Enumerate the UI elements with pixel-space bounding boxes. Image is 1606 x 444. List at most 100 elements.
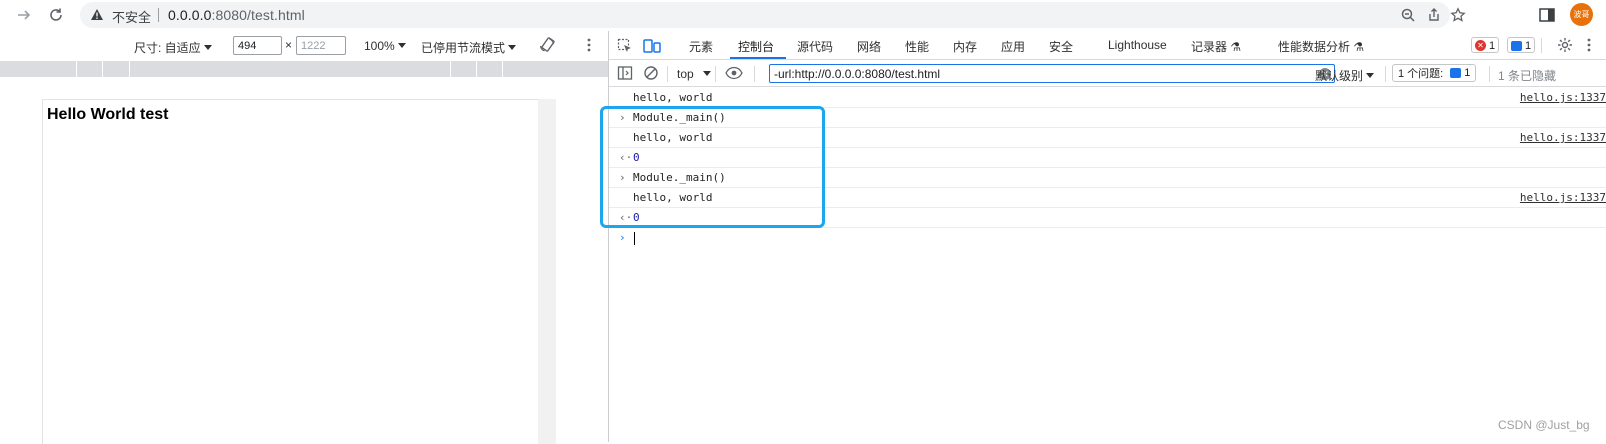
message-count-badge[interactable]: 1	[1507, 37, 1536, 53]
chevron-down-icon	[397, 43, 406, 48]
ruler-divider	[476, 61, 477, 77]
message-count: 1	[1525, 39, 1532, 52]
issues-button[interactable]: 1 个问题: 1	[1392, 64, 1477, 82]
console-toolbar: top ✕ 默认级别 1 个问题: 1 1 条已隐藏	[609, 60, 1606, 87]
console-prompt[interactable]: ›	[609, 228, 1606, 248]
chevron-down-icon	[1366, 73, 1375, 78]
viewport-width-input[interactable]	[233, 36, 282, 55]
tab-recorder[interactable]: 记录器 ⚗	[1191, 38, 1241, 55]
more-options-icon[interactable]	[587, 38, 591, 55]
log-level-select[interactable]: 默认级别	[1315, 67, 1375, 84]
message-icon	[1511, 40, 1522, 51]
error-icon: ✕	[1475, 40, 1486, 51]
tab-memory[interactable]: 内存	[953, 38, 977, 55]
source-link[interactable]: hello.js:1337	[1520, 91, 1606, 104]
tab-elements[interactable]: 元素	[689, 38, 713, 55]
source-link[interactable]: hello.js:1337	[1520, 131, 1606, 144]
inspect-element-icon[interactable]	[617, 38, 633, 57]
device-size-select[interactable]: 尺寸: 自适应	[134, 39, 212, 56]
live-expression-eye-icon[interactable]	[725, 66, 743, 83]
text-cursor	[634, 232, 635, 245]
zoom-select[interactable]: 100%	[364, 39, 406, 53]
issues-count: 1	[1464, 67, 1471, 79]
active-tab-indicator	[730, 57, 786, 59]
omnibox[interactable]: 不安全 0.0.0.0:8080/test.html	[80, 2, 1466, 28]
zoom-label: 100%	[364, 39, 395, 53]
console-message-row: hello, world hello.js:1337	[609, 88, 1606, 108]
zoom-out-icon[interactable]	[1400, 7, 1416, 23]
url-text[interactable]: 0.0.0.0:8080/test.html	[168, 7, 305, 23]
toolbar-divider	[1489, 66, 1490, 82]
message-icon	[1450, 68, 1462, 78]
context-select[interactable]: top	[677, 67, 711, 81]
reload-icon[interactable]	[46, 5, 66, 25]
toolbar-divider	[1385, 66, 1386, 82]
context-label: top	[677, 67, 694, 81]
ruler-divider	[450, 61, 451, 77]
toolbar-divider	[667, 66, 668, 82]
flask-icon: ⚗	[1230, 40, 1242, 54]
side-panel-icon[interactable]	[1538, 6, 1556, 24]
tab-performance[interactable]: 性能	[905, 38, 929, 55]
source-link[interactable]: hello.js:1337	[1520, 191, 1606, 204]
devtools-tabbar: 元素 控制台 源代码 网络 性能 内存 应用 安全 Lighthouse 记录器…	[609, 31, 1606, 60]
device-toolbar-toggle-icon[interactable]	[643, 38, 661, 57]
share-icon[interactable]	[1426, 7, 1442, 23]
tab-console[interactable]: 控制台	[738, 38, 774, 55]
tab-lighthouse[interactable]: Lighthouse	[1108, 38, 1167, 52]
console-message-text: hello, world	[633, 91, 713, 104]
throttle-label: 已停用节流模式	[421, 41, 506, 55]
emulated-page: Hello World test	[42, 99, 538, 444]
hidden-count: 1 条已隐藏	[1498, 69, 1557, 83]
ruler-divider	[129, 61, 130, 77]
issues-label: 1 个问题:	[1398, 68, 1444, 80]
tab-sources[interactable]: 源代码	[797, 38, 833, 55]
ruler-divider	[76, 61, 77, 77]
browser-toolbar: 不安全 0.0.0.0:8080/test.html 波哥	[0, 0, 1606, 30]
tab-network[interactable]: 网络	[857, 38, 881, 55]
flask-icon: ⚗	[1353, 40, 1365, 54]
tab-recorder-label: 记录器	[1191, 40, 1228, 54]
dimension-times: ×	[285, 38, 293, 52]
console-filter-input[interactable]	[769, 64, 1335, 83]
bookmark-star-icon[interactable]	[1450, 7, 1466, 23]
toolbar-divider	[754, 66, 755, 82]
tab-insights-label: 性能数据分析	[1278, 40, 1351, 54]
error-count-badge[interactable]: ✕ 1	[1471, 37, 1500, 53]
clear-console-icon[interactable]	[643, 65, 659, 84]
tab-application[interactable]: 应用	[1001, 38, 1025, 55]
url-path: :8080/test.html	[211, 7, 305, 23]
watermark: CSDN @Just_bg	[1498, 418, 1590, 432]
annotation-highlight-box	[600, 106, 825, 228]
security-status-text[interactable]: 不安全	[112, 7, 151, 26]
omnibox-divider	[158, 8, 159, 22]
tab-performance-insights[interactable]: 性能数据分析 ⚗	[1278, 38, 1364, 55]
viewport-height-input[interactable]	[296, 36, 346, 55]
more-options-icon[interactable]	[1587, 38, 1591, 55]
emulated-viewport-area: Hello World test	[0, 77, 608, 444]
toolbar-divider	[715, 66, 716, 82]
tabbar-divider	[1541, 38, 1542, 53]
chevron-down-icon	[508, 45, 517, 50]
sidebar-toggle-icon[interactable]	[617, 65, 633, 84]
ruler-divider	[502, 61, 503, 77]
page-heading: Hello World test	[47, 106, 169, 123]
rotate-icon[interactable]	[538, 36, 556, 57]
chevron-down-icon	[203, 45, 212, 50]
prompt-chevron-icon: ›	[619, 231, 626, 244]
error-count: 1	[1489, 39, 1496, 52]
ruler-divider	[102, 61, 103, 77]
url-host: 0.0.0.0	[168, 7, 212, 23]
media-query-bar[interactable]	[0, 61, 608, 77]
tab-security[interactable]: 安全	[1049, 38, 1073, 55]
device-toolbar: 尺寸: 自适应 × 100% 已停用节流模式	[0, 31, 608, 60]
device-size-label: 尺寸: 自适应	[134, 41, 201, 55]
forward-arrow-icon[interactable]	[14, 5, 34, 25]
settings-gear-icon[interactable]	[1557, 37, 1573, 56]
chevron-down-icon	[702, 71, 711, 76]
log-level-label: 默认级别	[1315, 69, 1364, 83]
page-scrollbar[interactable]	[538, 99, 556, 444]
throttle-select[interactable]: 已停用节流模式	[421, 39, 517, 56]
profile-avatar[interactable]: 波哥	[1570, 3, 1593, 26]
warning-triangle-icon[interactable]	[90, 8, 104, 24]
